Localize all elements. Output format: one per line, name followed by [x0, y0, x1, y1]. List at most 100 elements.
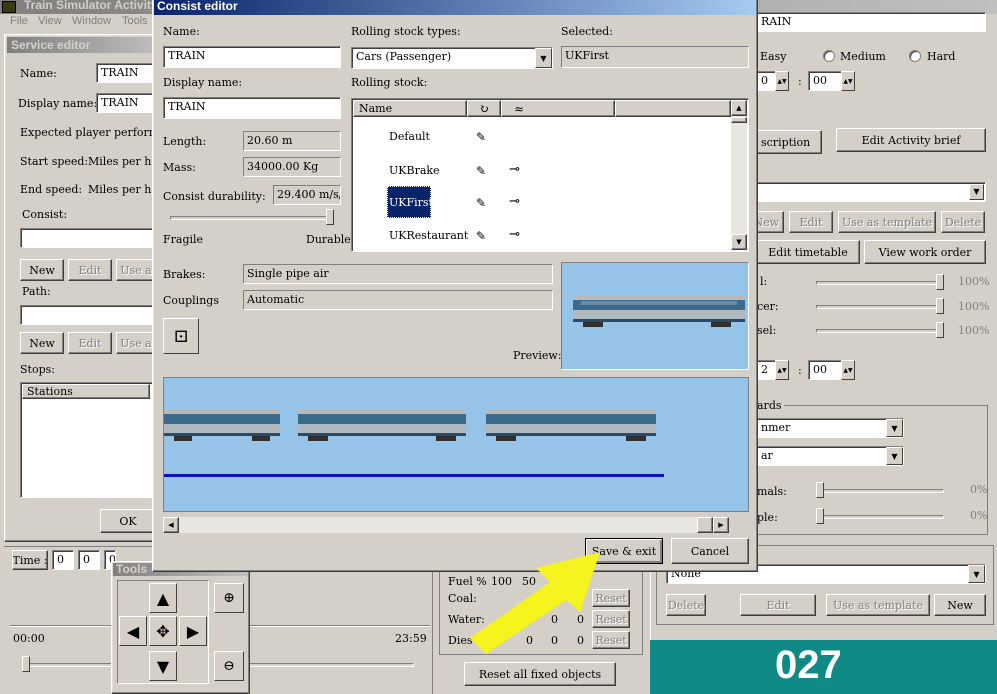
ce-list-header-flip-icon[interactable]: ↻: [467, 100, 501, 117]
bottom-chevron-down-icon[interactable]: ▼: [968, 565, 985, 583]
ce-hscroll[interactable]: [163, 517, 729, 533]
se-consist-field[interactable]: [20, 228, 156, 248]
view-work-order-button[interactable]: View work order: [864, 240, 986, 264]
start-minute-field[interactable]: 00: [808, 71, 842, 91]
activity-new-button[interactable]: New: [756, 211, 784, 233]
se-stops-list[interactable]: [20, 382, 156, 498]
ce-list-scroll-thumb[interactable]: [731, 117, 747, 123]
time-field-2[interactable]: 0: [78, 550, 100, 570]
consist-coach-2-image[interactable]: [296, 407, 468, 443]
medium-radio[interactable]: [823, 50, 835, 62]
hard-radio[interactable]: [909, 50, 921, 62]
activity-name-field[interactable]: RAIN: [756, 12, 986, 32]
se-consist-edit-button[interactable]: Edit: [68, 259, 112, 281]
se-stations-header[interactable]: Stations: [22, 384, 150, 399]
weather-chevron-down-icon[interactable]: ▼: [886, 447, 903, 465]
reset-all-fixed-objects-button[interactable]: Reset all fixed objects: [464, 662, 616, 686]
ce-length-label: Length:: [163, 135, 207, 148]
zoom-in-icon[interactable]: ⊕: [214, 583, 244, 613]
se-path-edit-button[interactable]: Edit: [68, 332, 112, 354]
pan-right-icon[interactable]: ▶: [179, 616, 207, 646]
ce-rs-types-chevron-down-icon[interactable]: ▼: [535, 48, 552, 68]
start-hour-spinner[interactable]: ▲▼: [775, 71, 789, 91]
pan-down-icon[interactable]: ▼: [149, 651, 177, 681]
chevron-down-icon[interactable]: ▼: [969, 184, 984, 200]
pan-left-icon[interactable]: ◀: [119, 616, 147, 646]
list-item[interactable]: UKBrake ✎ ⊸: [353, 154, 731, 184]
ce-list-header-name[interactable]: Name: [353, 100, 467, 117]
ce-name-label: Name:: [163, 25, 200, 38]
tools-title: Tools: [116, 562, 148, 576]
se-ok-button[interactable]: OK: [100, 509, 156, 533]
season-chevron-down-icon[interactable]: ▼: [886, 419, 903, 437]
menu-tools[interactable]: Tools: [122, 15, 148, 27]
edit-timetable-button[interactable]: Edit timetable: [756, 240, 860, 264]
list-item-selected[interactable]: UKFirst ✎ ⊸: [353, 186, 731, 218]
activity-delete-button[interactable]: Delete: [941, 211, 985, 233]
animals-track: [816, 489, 944, 493]
time-field-1[interactable]: 0: [52, 550, 74, 570]
slider-2-value: 100%: [958, 300, 990, 313]
pan-center-icon[interactable]: ✥: [149, 616, 177, 646]
bottom-edit-button[interactable]: Edit: [740, 594, 816, 616]
animals-label: mals:: [757, 485, 787, 498]
animals-value: 0%: [970, 483, 988, 496]
se-consist-use-button[interactable]: Use a: [116, 259, 156, 281]
edit-description-button[interactable]: scription: [756, 130, 822, 154]
pan-up-icon[interactable]: ▲: [149, 583, 177, 613]
list-item[interactable]: UKRestaurant ✎ ⊸: [353, 219, 731, 249]
ce-durability-track: [170, 216, 334, 220]
weather-combo[interactable]: ar: [756, 446, 904, 466]
time2-hour-spinner[interactable]: ▲▼: [775, 360, 789, 380]
zoom-out-icon[interactable]: ⊖: [214, 651, 244, 681]
ce-list-header-coupler-icon[interactable]: ≈: [501, 100, 615, 117]
bottom-new-button[interactable]: New: [934, 594, 986, 616]
ce-name-field[interactable]: TRAIN: [163, 46, 341, 68]
ce-list-rows: Default ✎ UKBrake ✎ ⊸ UKFirst ✎ ⊸ UKRest…: [353, 118, 731, 250]
slider-3-thumb[interactable]: [936, 322, 944, 338]
time2-minute-spinner[interactable]: ▲▼: [841, 360, 855, 380]
cancel-button[interactable]: Cancel: [671, 538, 749, 564]
ce-list-scroll-up-icon[interactable]: ▲: [731, 100, 747, 116]
activity-use-template-button[interactable]: Use as template: [838, 211, 936, 233]
menu-file[interactable]: File: [10, 15, 28, 27]
activity-edit-button[interactable]: Edit: [789, 211, 833, 233]
se-consist-new-button[interactable]: New: [20, 259, 64, 281]
animals-thumb[interactable]: [816, 482, 824, 498]
se-path-new-button[interactable]: New: [20, 332, 64, 354]
menu-view[interactable]: View: [38, 15, 62, 27]
time2-minute-field[interactable]: 00: [808, 360, 842, 380]
start-minute-spinner[interactable]: ▲▼: [841, 71, 855, 91]
activity-combo[interactable]: ▼: [756, 182, 986, 202]
consist-coach-3-image[interactable]: [484, 407, 658, 443]
menu-window[interactable]: Window: [72, 15, 111, 27]
se-path-use-button[interactable]: Use a: [116, 332, 156, 354]
consist-coach-1-image[interactable]: [164, 407, 280, 443]
ce-brakes-value: Single pipe air: [243, 264, 553, 284]
ce-hscroll-right-icon[interactable]: ▶: [713, 517, 729, 533]
slider-2-thumb[interactable]: [936, 298, 944, 314]
start-hour-field[interactable]: 0: [756, 71, 776, 91]
time2-hour-field[interactable]: 2: [756, 360, 776, 380]
se-display-name-field[interactable]: TRAIN: [96, 93, 156, 113]
ce-list-scroll-down-icon[interactable]: ▼: [731, 234, 747, 250]
ce-rs-types-combo[interactable]: Cars (Passenger): [351, 47, 553, 69]
list-item[interactable]: Default ✎: [353, 120, 731, 150]
ce-display-name-field[interactable]: TRAIN: [163, 97, 341, 119]
ce-list-header-extra[interactable]: [615, 100, 731, 117]
flip-icon: ✎: [476, 196, 487, 210]
people-thumb[interactable]: [816, 508, 824, 524]
annotation-arrow-icon: [470, 552, 600, 654]
ce-hscroll-thumb[interactable]: [697, 517, 713, 533]
se-name-field[interactable]: TRAIN: [96, 63, 156, 83]
se-path-field[interactable]: [20, 305, 156, 325]
ce-hscroll-left-icon[interactable]: ◀: [163, 517, 179, 533]
bottom-delete-button[interactable]: Delete: [666, 594, 706, 616]
slider-1-thumb[interactable]: [936, 274, 944, 290]
season-combo[interactable]: nmer: [756, 418, 904, 438]
ce-durability-thumb[interactable]: [326, 209, 334, 225]
locomotive-icon[interactable]: ⊡: [163, 318, 199, 354]
edit-activity-brief-button[interactable]: Edit Activity brief: [836, 128, 986, 152]
timeline-thumb[interactable]: [22, 656, 30, 672]
bottom-use-template-button[interactable]: Use as template: [826, 594, 930, 616]
